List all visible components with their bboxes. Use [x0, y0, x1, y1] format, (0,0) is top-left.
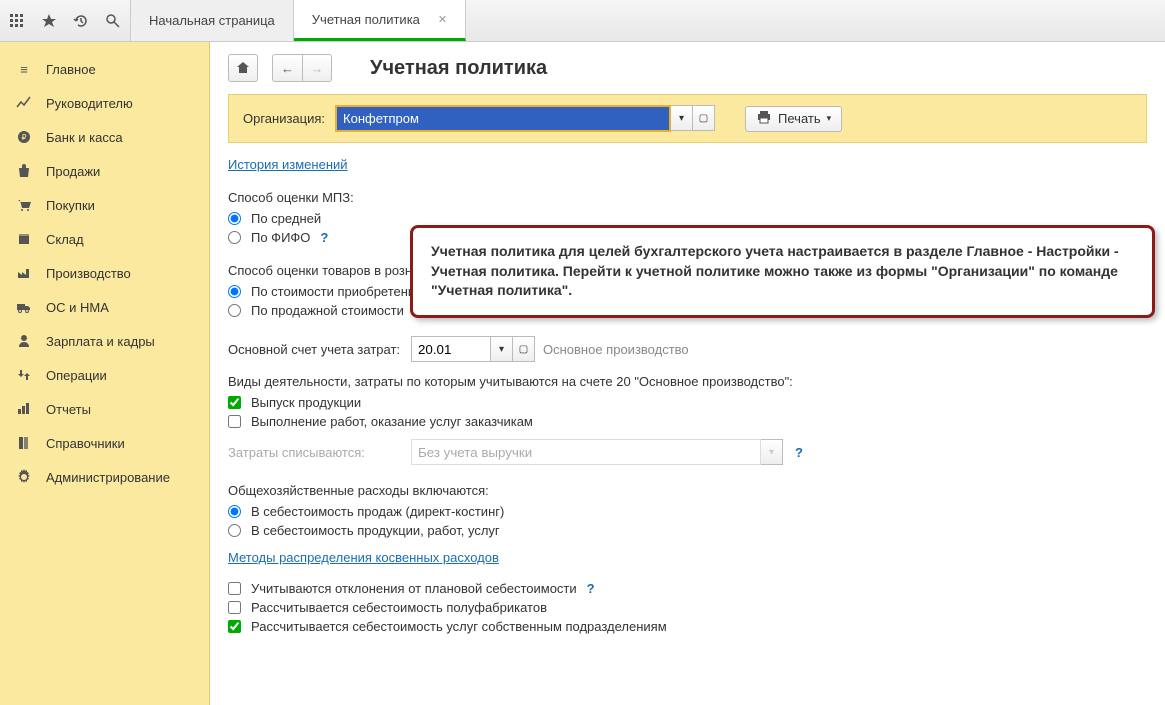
swap-icon — [14, 367, 34, 383]
svg-text:₽: ₽ — [21, 133, 26, 142]
info-callout: Учетная политика для целей бухгалтерског… — [410, 225, 1155, 318]
sidebar: ≡ Главное Руководителю ₽ Банк и касса Прод… — [0, 42, 210, 705]
org-input-group: ▾ ▢ — [335, 105, 715, 132]
sidebar-label: ОС и НМА — [46, 300, 109, 315]
gear-icon — [14, 469, 34, 485]
person-icon — [14, 333, 34, 349]
sidebar-item-sales[interactable]: Продажи — [0, 154, 209, 188]
sidebar-item-refs[interactable]: Справочники — [0, 426, 209, 460]
open-button[interactable]: ▢ — [693, 105, 715, 131]
sidebar-label: Руководителю — [46, 96, 133, 111]
home-button[interactable] — [228, 54, 258, 82]
tab-home[interactable]: Начальная страница — [131, 0, 294, 41]
help-icon[interactable]: ? — [795, 445, 803, 460]
truck-icon — [14, 299, 34, 315]
history-icon[interactable] — [72, 12, 90, 30]
sidebar-label: Администрирование — [46, 470, 170, 485]
org-field[interactable] — [335, 105, 671, 132]
help-icon[interactable]: ? — [320, 230, 328, 245]
sidebar-item-assets[interactable]: ОС и НМА — [0, 290, 209, 324]
sidebar-label: Банк и касса — [46, 130, 123, 145]
tab-label: Учетная политика — [312, 12, 420, 27]
sidebar-label: Главное — [46, 62, 96, 77]
sidebar-item-manager[interactable]: Руководителю — [0, 86, 209, 120]
factory-icon — [14, 265, 34, 281]
mpz-avg-radio[interactable]: По средней — [228, 211, 1147, 226]
close-icon[interactable]: ✕ — [438, 13, 447, 26]
tab-label: Начальная страница — [149, 13, 275, 28]
ruble-icon: ₽ — [14, 129, 34, 145]
callout-text: Учетная политика для целей бухгалтерског… — [431, 243, 1119, 298]
sidebar-label: Зарплата и кадры — [46, 334, 155, 349]
toolbar-icons — [0, 0, 131, 41]
star-icon[interactable] — [40, 12, 58, 30]
semi-checkbox[interactable]: Рассчитывается себестоимость полуфабрика… — [228, 600, 1147, 615]
box-icon — [14, 231, 34, 247]
sidebar-item-reports[interactable]: Отчеты — [0, 392, 209, 426]
sidebar-item-admin[interactable]: Администрирование — [0, 460, 209, 494]
page-title: Учетная политика — [370, 57, 547, 80]
dropdown-button: ▾ — [761, 439, 783, 465]
sidebar-label: Справочники — [46, 436, 125, 451]
sidebar-item-production[interactable]: Производство — [0, 256, 209, 290]
main-account-hint: Основное производство — [543, 342, 689, 357]
plan-checkbox[interactable]: Учитываются отклонения от плановой себес… — [228, 581, 1147, 596]
sidebar-label: Производство — [46, 266, 131, 281]
sidebar-label: Продажи — [46, 164, 100, 179]
writeoff-label: Затраты списываются: — [228, 445, 403, 460]
search-icon[interactable] — [104, 12, 122, 30]
services-checkbox[interactable]: Выполнение работ, оказание услуг заказчи… — [228, 414, 1147, 429]
own-checkbox[interactable]: Рассчитывается себестоимость услуг собст… — [228, 619, 1147, 634]
writeoff-field — [411, 439, 761, 465]
print-label: Печать — [778, 111, 821, 126]
help-icon[interactable]: ? — [587, 581, 595, 596]
sidebar-item-purchases[interactable]: Покупки — [0, 188, 209, 222]
menu-icon: ≡ — [14, 61, 34, 77]
open-button[interactable]: ▢ — [513, 336, 535, 362]
sidebar-item-main[interactable]: ≡ Главное — [0, 52, 209, 86]
sidebar-label: Покупки — [46, 198, 95, 213]
dropdown-button[interactable]: ▾ — [491, 336, 513, 362]
main-account-label: Основной счет учета затрат: — [228, 342, 403, 357]
bars-icon — [14, 401, 34, 417]
org-bar: Организация: ▾ ▢ Печать ▾ — [228, 94, 1147, 143]
top-toolbar: Начальная страница Учетная политика ✕ — [0, 0, 1165, 42]
chevron-down-icon: ▾ — [827, 113, 832, 124]
sidebar-item-operations[interactable]: Операции — [0, 358, 209, 392]
sidebar-label: Отчеты — [46, 402, 91, 417]
header-row: ← → Учетная политика — [210, 42, 1165, 94]
sidebar-label: Операции — [46, 368, 107, 383]
chart-icon — [14, 95, 34, 111]
apps-icon[interactable] — [8, 12, 26, 30]
back-button[interactable]: ← — [272, 54, 302, 82]
main-content: ← → Учетная политика Организация: ▾ ▢ Пе… — [210, 42, 1165, 705]
bag-icon — [14, 163, 34, 179]
tabs: Начальная страница Учетная политика ✕ — [131, 0, 466, 41]
mpz-label: Способ оценки МПЗ: — [228, 190, 1147, 205]
cart-icon — [14, 197, 34, 213]
output-checkbox[interactable]: Выпуск продукции — [228, 395, 1147, 410]
overhead-label: Общехозяйственные расходы включаются: — [228, 483, 1147, 498]
sidebar-item-warehouse[interactable]: Склад — [0, 222, 209, 256]
forward-button[interactable]: → — [302, 54, 332, 82]
print-button[interactable]: Печать ▾ — [745, 106, 842, 132]
tab-accounting-policy[interactable]: Учетная политика ✕ — [294, 0, 466, 41]
org-label: Организация: — [243, 111, 325, 126]
methods-link[interactable]: Методы распределения косвенных расходов — [228, 550, 499, 565]
history-link[interactable]: История изменений — [228, 157, 348, 172]
main-account-field[interactable] — [411, 336, 491, 362]
sidebar-item-salary[interactable]: Зарплата и кадры — [0, 324, 209, 358]
sidebar-item-bank[interactable]: ₽ Банк и касса — [0, 120, 209, 154]
book-icon — [14, 435, 34, 451]
printer-icon — [756, 109, 772, 128]
sidebar-label: Склад — [46, 232, 84, 247]
activities-label: Виды деятельности, затраты по которым уч… — [228, 374, 1147, 389]
overhead-full-radio[interactable]: В себестоимость продукции, работ, услуг — [228, 523, 1147, 538]
dropdown-button[interactable]: ▾ — [671, 105, 693, 131]
overhead-direct-radio[interactable]: В себестоимость продаж (директ-костинг) — [228, 504, 1147, 519]
